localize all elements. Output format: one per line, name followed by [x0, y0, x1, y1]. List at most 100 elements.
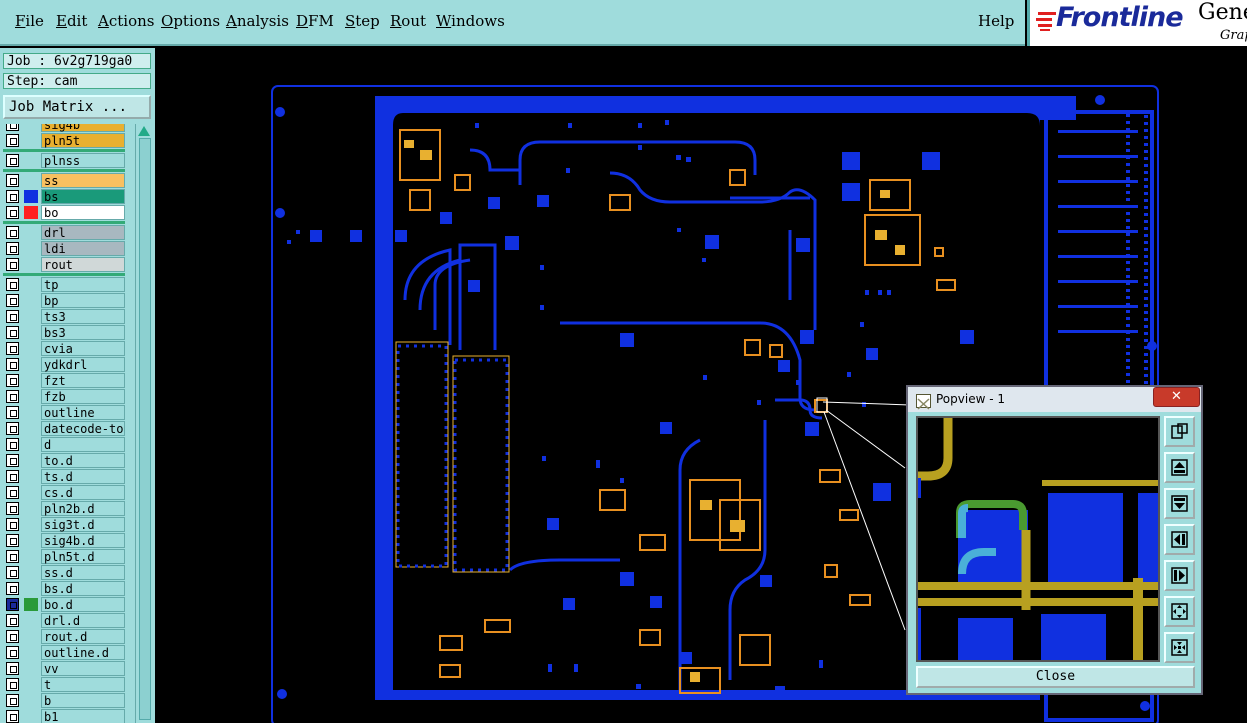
layer-row-pln5t-d[interactable]: pln5t.d [3, 549, 125, 564]
layer-name[interactable]: bs.d [41, 581, 125, 596]
layer-row-rout[interactable]: rout [3, 257, 125, 272]
layer-name[interactable]: tp [41, 277, 125, 292]
layer-row-ts-d[interactable]: ts.d [3, 469, 125, 484]
popview-close-button[interactable]: Close [916, 666, 1195, 688]
layer-name[interactable]: b1 [41, 709, 125, 723]
pan-right-icon[interactable] [1164, 560, 1195, 591]
popview-fit-icon[interactable] [1164, 416, 1195, 447]
layer-name[interactable]: drl [41, 225, 125, 240]
layer-checkbox[interactable] [6, 278, 19, 291]
layer-checkbox[interactable] [6, 374, 19, 387]
layer-name[interactable]: cvia [41, 341, 125, 356]
layer-name[interactable]: rout [41, 257, 125, 272]
menu-options[interactable]: Options [161, 12, 220, 30]
layer-checkbox[interactable] [6, 390, 19, 403]
layer-row-outline[interactable]: outline [3, 405, 125, 420]
layer-name[interactable]: sig4b [41, 124, 125, 132]
layer-name[interactable]: sig4b.d [41, 533, 125, 548]
layer-checkbox[interactable] [6, 646, 19, 659]
layer-name[interactable]: ss [41, 173, 125, 188]
layer-checkbox[interactable] [6, 534, 19, 547]
layer-checkbox[interactable] [6, 326, 19, 339]
layer-checkbox[interactable] [6, 486, 19, 499]
layer-row-ydkdrl[interactable]: ydkdrl [3, 357, 125, 372]
layer-row-bo[interactable]: bo [3, 205, 125, 220]
layer-name[interactable]: ts3 [41, 309, 125, 324]
layer-row-pln5t[interactable]: pln5t [3, 133, 125, 148]
layer-name[interactable]: sig3t.d [41, 517, 125, 532]
layer-row-d[interactable]: d [3, 437, 125, 452]
menu-windows[interactable]: Windows [436, 12, 505, 30]
layer-row-fzb[interactable]: fzb [3, 389, 125, 404]
close-window-button[interactable]: ✕ [1153, 387, 1200, 407]
layer-name[interactable]: fzt [41, 373, 125, 388]
layer-row-bs-d[interactable]: bs.d [3, 581, 125, 596]
menu-analysis[interactable]: Analysis [226, 12, 289, 30]
menu-rout[interactable]: Rout [390, 12, 426, 30]
layer-checkbox[interactable] [6, 242, 19, 255]
menu-edit[interactable]: Edit [56, 12, 87, 30]
layer-checkbox[interactable] [6, 470, 19, 483]
layer-scrollbar[interactable] [135, 124, 153, 723]
layer-row-b1[interactable]: b1 [3, 709, 125, 723]
menu-help[interactable]: Help [978, 12, 1014, 30]
layer-row-datecode-to[interactable]: datecode-to [3, 421, 125, 436]
layer-checkbox[interactable] [6, 258, 19, 271]
layer-checkbox[interactable] [6, 598, 19, 611]
layer-name[interactable]: outline [41, 405, 125, 420]
layer-name[interactable]: bs3 [41, 325, 125, 340]
layer-name[interactable]: b [41, 693, 125, 708]
layer-row-ss[interactable]: ss [3, 173, 125, 188]
layer-name[interactable]: ydkdrl [41, 357, 125, 372]
scroll-up-icon[interactable] [138, 126, 150, 136]
menu-step[interactable]: Step [345, 12, 380, 30]
layer-checkbox[interactable] [6, 614, 19, 627]
layer-row-tp[interactable]: tp [3, 277, 125, 292]
layer-name[interactable]: cs.d [41, 485, 125, 500]
layer-checkbox[interactable] [6, 124, 19, 131]
layer-checkbox[interactable] [6, 566, 19, 579]
layer-row-ss-d[interactable]: ss.d [3, 565, 125, 580]
layer-row-bo-d[interactable]: bo.d [3, 597, 125, 612]
layer-name[interactable]: pln2b.d [41, 501, 125, 516]
layer-name[interactable]: vv [41, 661, 125, 676]
menu-file[interactable]: File [15, 12, 44, 30]
scroll-thumb[interactable] [139, 138, 151, 720]
layer-checkbox[interactable] [6, 582, 19, 595]
layer-row-fzt[interactable]: fzt [3, 373, 125, 388]
layer-checkbox[interactable] [6, 406, 19, 419]
layer-name[interactable]: drl.d [41, 613, 125, 628]
layer-checkbox[interactable] [6, 662, 19, 675]
pan-up-icon[interactable] [1164, 452, 1195, 483]
layer-checkbox[interactable] [6, 710, 19, 723]
layer-row-ldi[interactable]: ldi [3, 241, 125, 256]
layer-checkbox[interactable] [6, 678, 19, 691]
layer-row-cs-d[interactable]: cs.d [3, 485, 125, 500]
layer-row-drl-d[interactable]: drl.d [3, 613, 125, 628]
layer-row-b[interactable]: b [3, 693, 125, 708]
layer-checkbox[interactable] [6, 174, 19, 187]
layer-row-pln2b-d[interactable]: pln2b.d [3, 501, 125, 516]
layer-row-bp[interactable]: bp [3, 293, 125, 308]
layer-checkbox[interactable] [6, 422, 19, 435]
layer-checkbox[interactable] [6, 310, 19, 323]
layer-checkbox[interactable] [6, 342, 19, 355]
layer-row-plnss[interactable]: plnss [3, 153, 125, 168]
layer-name[interactable]: plnss [41, 153, 125, 168]
layer-name[interactable]: bp [41, 293, 125, 308]
layer-name[interactable]: d [41, 437, 125, 452]
layer-name[interactable]: bs [41, 189, 125, 204]
layer-checkbox[interactable] [6, 550, 19, 563]
menu-actions[interactable]: Actions [98, 12, 154, 30]
pan-down-icon[interactable] [1164, 488, 1195, 519]
popview-titlebar[interactable]: Popview - 1 ✕ [908, 387, 1201, 412]
layer-checkbox[interactable] [6, 438, 19, 451]
layer-name[interactable]: to.d [41, 453, 125, 468]
layer-row-ts3[interactable]: ts3 [3, 309, 125, 324]
layer-name[interactable]: datecode-to [41, 421, 125, 436]
popview-viewport[interactable] [916, 416, 1160, 662]
pan-left-icon[interactable] [1164, 524, 1195, 555]
layer-name[interactable]: outline.d [41, 645, 125, 660]
layer-name[interactable]: bo.d [41, 597, 125, 612]
zoom-out-icon[interactable] [1164, 596, 1195, 627]
